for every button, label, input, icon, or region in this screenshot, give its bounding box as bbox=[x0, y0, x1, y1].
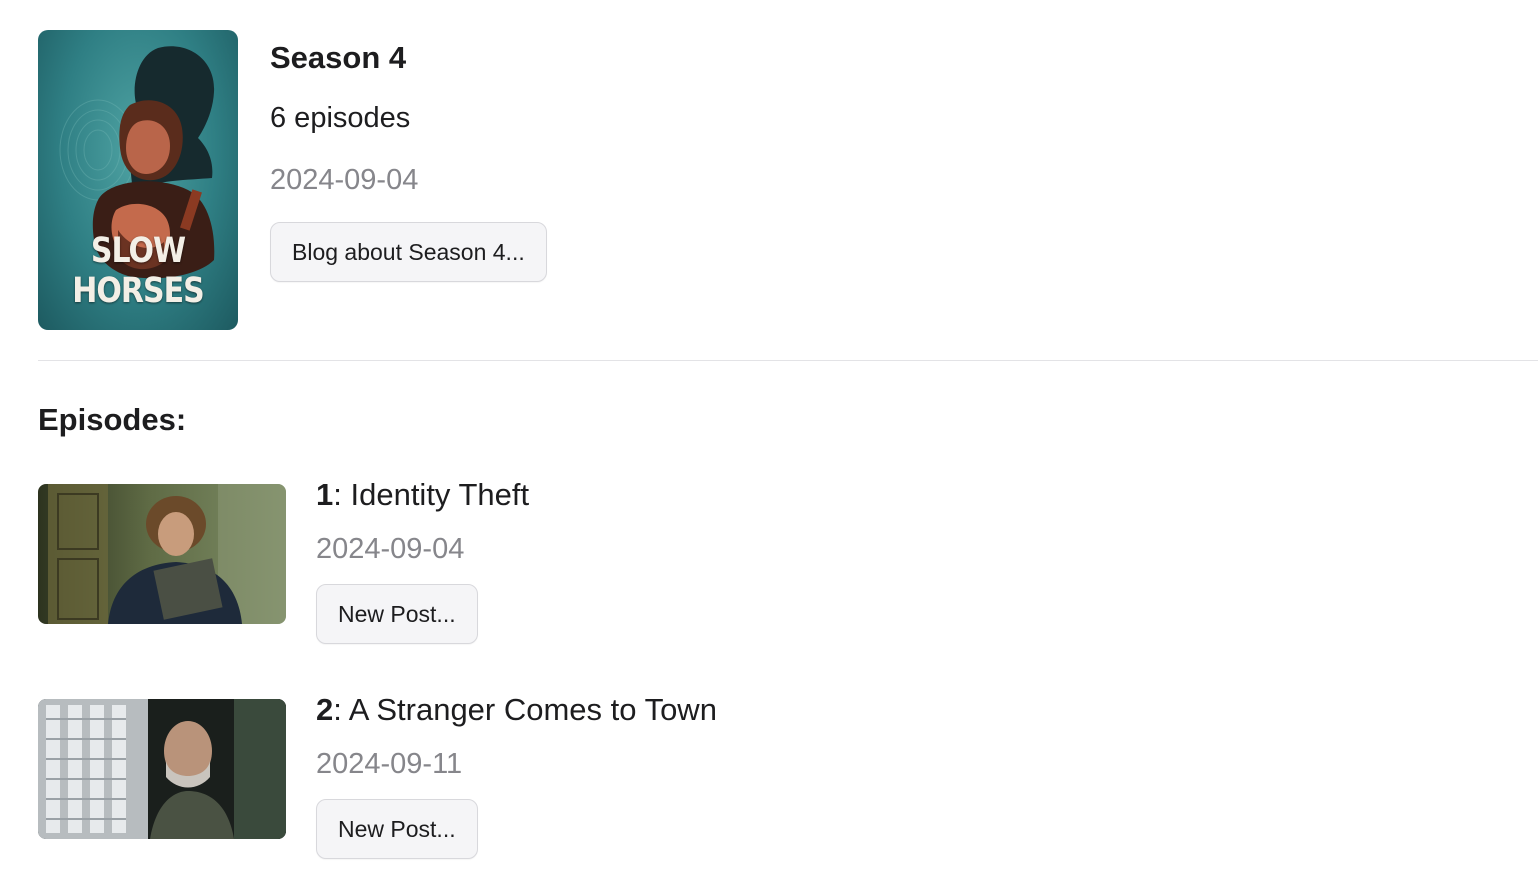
season-info: Season 4 6 episodes 2024-09-04 Blog abou… bbox=[270, 30, 547, 282]
section-divider bbox=[38, 360, 1538, 361]
episode-name: A Stranger Comes to Town bbox=[348, 692, 717, 727]
episode-separator: : bbox=[333, 692, 349, 727]
episode-row: 2: A Stranger Comes to Town 2024-09-11 N… bbox=[38, 691, 717, 859]
episode-1-still bbox=[38, 484, 286, 624]
episode-thumbnail[interactable] bbox=[38, 699, 286, 839]
season-poster[interactable]: SLOW HORSES bbox=[38, 30, 238, 330]
episode-thumbnail[interactable] bbox=[38, 484, 286, 624]
blog-about-season-button[interactable]: Blog about Season 4... bbox=[270, 222, 547, 282]
episode-2-still bbox=[38, 699, 286, 839]
episode-count: 6 episodes bbox=[270, 102, 411, 134]
episode-name: Identity Theft bbox=[350, 477, 530, 512]
new-post-button[interactable]: New Post... bbox=[316, 584, 478, 644]
episode-number: 2 bbox=[316, 692, 334, 727]
episode-title[interactable]: 2: A Stranger Comes to Town bbox=[316, 691, 717, 729]
season-header: SLOW HORSES Season 4 6 episodes 2024-09-… bbox=[38, 30, 547, 330]
season-air-date: 2024-09-04 bbox=[270, 164, 419, 196]
episode-separator: : bbox=[333, 477, 351, 512]
season-title: Season 4 bbox=[270, 40, 407, 75]
episode-title[interactable]: 1: Identity Theft bbox=[316, 476, 529, 514]
episode-air-date: 2024-09-04 bbox=[316, 533, 465, 565]
episode-number: 1 bbox=[316, 477, 334, 512]
episode-info: 2: A Stranger Comes to Town 2024-09-11 N… bbox=[316, 691, 717, 859]
episode-info: 1: Identity Theft 2024-09-04 New Post... bbox=[316, 476, 529, 644]
new-post-button[interactable]: New Post... bbox=[316, 799, 478, 859]
episodes-heading: Episodes: bbox=[38, 402, 187, 437]
episode-row: 1: Identity Theft 2024-09-04 New Post... bbox=[38, 476, 529, 644]
poster-logo: SLOW HORSES bbox=[72, 230, 204, 312]
episode-air-date: 2024-09-11 bbox=[316, 748, 463, 780]
